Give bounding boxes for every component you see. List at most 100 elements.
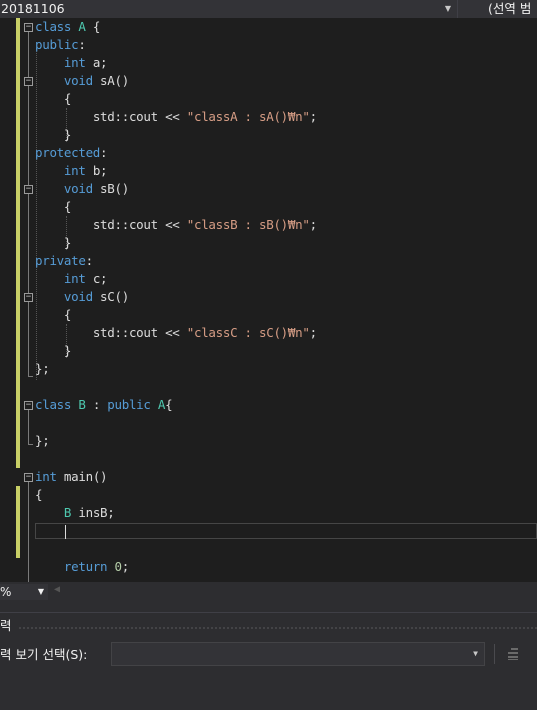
code-text: sB() [92,181,129,196]
code-text: { [63,307,72,322]
punctuation: ; [309,325,318,340]
string-literal: "classA : sA()₩n" [186,109,310,124]
code-editor[interactable]: − − − − − − class A { public: int a; voi… [0,18,537,582]
punctuation: ; [309,109,318,124]
output-panel: 력 력 보기 선택(S): ▼ [0,602,537,710]
code-text: b; [85,163,108,178]
punctuation: { [85,19,101,34]
output-source-select[interactable]: ▼ [111,642,485,666]
code-line-7: } [35,126,72,144]
scroll-left-icon[interactable]: ◀ [54,584,60,595]
code-line-24: }; [35,432,50,450]
punctuation: ; [309,217,318,232]
member-dropdown[interactable]: (선역 범 [462,0,537,18]
code-text: c; [85,271,108,286]
punctuation: : [85,397,108,412]
string-literal: "classB : sB()₩n" [186,217,310,232]
code-text: } [63,343,72,358]
code-line-10: void sB() [35,180,129,198]
fold-line [28,482,29,582]
collapse-icon[interactable]: − [24,473,33,482]
clear-output-icon[interactable] [505,646,521,662]
panel-grip[interactable] [18,626,537,630]
code-line-28: B insB; [35,504,115,522]
keyword: private [35,253,86,268]
code-line-4: void sA() [35,72,129,90]
code-text: std::cout << [92,325,187,340]
code-text: } [63,127,72,142]
collapse-icon[interactable]: − [24,401,33,410]
code-text: sC() [92,289,129,304]
keyword: public [107,397,151,412]
type-name: B [71,397,86,412]
code-text: { [35,487,43,502]
code-text: insB; [71,505,115,520]
code-line-20: }; [35,360,50,378]
code-line-14: private: [35,252,93,270]
code-line-26: int main() [35,468,108,486]
code-line-1: class A { [35,18,100,36]
punctuation: ; [121,559,130,574]
keyword: protected [35,145,101,160]
keyword: return [63,559,108,574]
output-source-label: 력 보기 선택(S): [0,647,88,662]
zoom-dropdown[interactable]: % ▼ [0,584,48,600]
code-text: std::cout << [92,217,187,232]
code-line-17: { [35,306,72,324]
current-line-highlight [35,523,537,539]
string-literal: "classC : sC()₩n" [186,325,310,340]
horizontal-scrollbar[interactable] [66,588,537,596]
code-line-3: int a; [35,54,108,72]
code-line-18: std::cout << "classC : sC()₩n"; [35,324,317,342]
code-line-13: } [35,234,72,252]
member-dropdown-label: (선역 범 [488,1,532,16]
code-text: sA() [92,73,129,88]
code-line-8: protected: [35,144,108,162]
code-line-5: { [35,90,72,108]
code-line-22: class B : public A{ [35,396,173,414]
code-text: }; [35,361,50,376]
fold-line [28,410,29,444]
output-panel-title: 력 [0,618,12,633]
code-text: { [63,199,72,214]
number-literal: 0 [107,559,122,574]
change-indicator [16,486,20,558]
code-text: { [63,91,72,106]
chevron-down-icon: ▼ [473,649,478,658]
collapse-icon[interactable]: − [24,185,33,194]
code-text: main() [56,469,108,484]
text-caret [65,525,66,539]
keyword: void [63,181,93,196]
scope-dropdown[interactable]: 20181106 ▼ [0,0,458,18]
toolbar-separator [494,644,495,664]
code-line-31: return 0; [35,558,129,576]
collapse-icon[interactable]: − [24,77,33,86]
code-line-6: std::cout << "classA : sA()₩n"; [35,108,317,126]
keyword: void [63,289,93,304]
code-line-9: int b; [35,162,108,180]
code-text: std::cout << [92,109,187,124]
chevron-down-icon: ▼ [37,587,44,596]
punctuation: : [100,145,108,160]
keyword: public [35,37,79,52]
code-text: } [63,235,72,250]
collapse-icon[interactable]: − [24,23,33,32]
collapse-icon[interactable]: − [24,293,33,302]
code-line-27: { [35,486,43,504]
code-line-11: { [35,198,72,216]
keyword: class [35,19,72,34]
change-indicator [16,18,20,468]
type-name: A [71,19,86,34]
